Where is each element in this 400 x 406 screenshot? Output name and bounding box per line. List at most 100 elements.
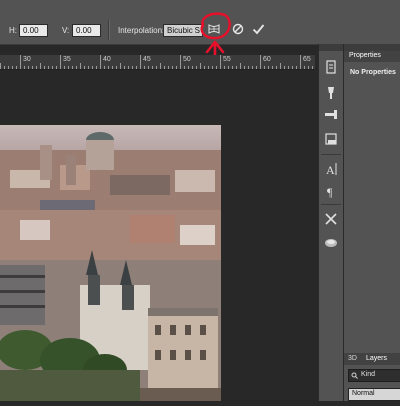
ruler-tick [308,66,309,69]
kind-filter-label: Kind [361,371,376,378]
ruler-tick [296,66,297,69]
ruler-tick [116,66,117,69]
ruler-label: 35 [63,56,71,63]
ruler-tick [276,66,277,69]
tab-layers[interactable]: Layers [366,355,387,362]
interpolation-label: Interpolation: [118,26,165,35]
properties-tab[interactable]: Properties [349,52,381,59]
ruler-tick [108,66,109,69]
ruler-tick [196,66,197,69]
ruler-tick [148,66,149,69]
ruler-tick [96,66,97,69]
ruler-tick [252,66,253,69]
blend-mode-select[interactable]: Normal [348,388,400,401]
ruler-tick [244,66,245,69]
v-skew-field[interactable]: 0.00 [72,24,101,37]
ruler-tick [52,66,53,69]
ruler-tick [268,66,269,69]
paragraph-icon[interactable]: ¶ [322,182,340,200]
ruler-label: 45 [143,56,151,63]
right-panel: Properties No Properties 3D Layers Kind … [344,44,400,401]
clone-source-icon[interactable] [322,106,340,124]
ruler-tick [8,66,9,69]
ruler-tick [192,66,193,69]
ruler-label: 55 [223,56,231,63]
ruler-tick [164,66,165,69]
ruler-tick [128,66,129,69]
strip-divider [321,204,341,205]
ruler-tick [56,66,57,69]
ruler-tick [260,55,261,69]
character-icon[interactable]: A [322,160,340,178]
ruler-tick [160,63,161,69]
ruler-tick [0,63,1,69]
panel-icon-strip: A ¶ [318,44,344,401]
ruler-tick [288,66,289,69]
layers-tab-bar: 3D Layers [344,353,400,365]
ruler-tick [312,66,313,69]
ruler-tick [132,66,133,69]
ruler-tick [136,66,137,69]
adjustments-icon[interactable] [322,130,340,148]
ruler-tick [232,66,233,69]
ruler-label: 60 [263,56,271,63]
strip-header [319,44,343,51]
ruler-tick [32,66,33,69]
ruler-tick [64,66,65,69]
ruler-tick [12,66,13,69]
ruler-tick [36,66,37,69]
ruler-tick [152,66,153,69]
city-photo [0,125,221,401]
ruler-tick [124,66,125,69]
ruler-tick [236,66,237,69]
ruler-tick [140,55,141,69]
ruler-tick [44,66,45,69]
ruler-tick [300,55,301,69]
ruler-tick [264,66,265,69]
ruler-tick [112,66,113,69]
ruler-tick [72,66,73,69]
ruler-tick [68,66,69,69]
search-icon [351,372,358,379]
ruler-tick [76,66,77,69]
tab-3d[interactable]: 3D [348,355,357,362]
horizontal-ruler: 30 35 40 45 50 55 60 65 [0,55,315,70]
properties-tab-bar: Properties [344,51,400,62]
ruler-tick [176,66,177,69]
3d-materials-icon[interactable] [322,234,340,252]
ruler-tick [228,66,229,69]
h-label: H: [9,26,17,35]
tool-presets-icon[interactable] [322,210,340,228]
ruler-tick [28,66,29,69]
ruler-tick [100,55,101,69]
ruler-tick [40,63,41,69]
ruler-tick [168,66,169,69]
h-skew-field[interactable]: 0.00 [19,24,48,37]
v-label: V: [62,26,70,35]
ruler-tick [284,66,285,69]
svg-text:¶: ¶ [327,185,333,199]
no-properties-message: No Properties [350,69,396,76]
ruler-tick [200,63,201,69]
ruler-tick [280,63,281,69]
ruler-tick [184,66,185,69]
strip-divider [321,154,341,155]
history-icon[interactable] [322,58,340,76]
panel-collapse-bar[interactable] [344,44,400,51]
ruler-tick [272,66,273,69]
brush-presets-icon[interactable] [322,84,340,102]
ruler-tick [212,66,213,69]
ruler-tick [156,66,157,69]
ruler-tick [120,63,121,69]
ruler-tick [172,66,173,69]
ruler-tick [60,55,61,69]
kind-filter[interactable]: Kind [348,369,400,382]
ruler-label: 50 [183,56,191,63]
ruler-tick [144,66,145,69]
svg-text:A: A [326,163,335,177]
ruler-tick [92,66,93,69]
ruler-tick [256,66,257,69]
commit-transform-icon[interactable] [252,23,265,35]
ruler-tick [208,66,209,69]
ruler-tick [104,66,105,69]
